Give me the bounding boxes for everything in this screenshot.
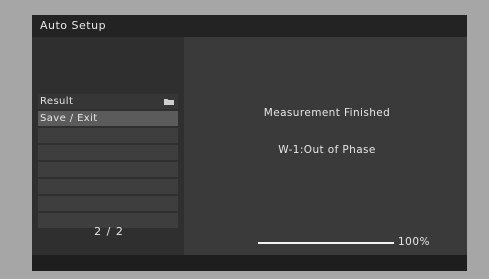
title-bar: Auto Setup: [32, 15, 467, 37]
menu-item-empty[interactable]: [38, 128, 178, 143]
menu-item-label: Save / Exit: [40, 113, 98, 124]
setup-menu: Result Save / Exit: [38, 94, 178, 230]
folder-icon: [164, 99, 174, 105]
menu-item-result[interactable]: Result: [38, 94, 178, 109]
page-indicator: 2 / 2: [94, 225, 124, 238]
window-title: Auto Setup: [40, 19, 107, 32]
auto-setup-screen: Auto Setup Result Save / Exit 2 / 2 Meas…: [32, 15, 467, 271]
progress-bar: [258, 242, 394, 244]
menu-item-empty[interactable]: [38, 196, 178, 211]
menu-item-save-exit[interactable]: Save / Exit: [38, 111, 178, 126]
progress-label: 100%: [398, 236, 431, 248]
menu-item-empty[interactable]: [38, 162, 178, 177]
progress-fill: [258, 242, 394, 244]
menu-item-label: Result: [40, 96, 74, 107]
status-message: Measurement Finished: [263, 107, 391, 119]
status-detail: W-1:Out of Phase: [278, 144, 376, 156]
bottom-bar: [32, 255, 467, 271]
menu-item-empty[interactable]: [38, 145, 178, 160]
menu-item-empty[interactable]: [38, 179, 178, 194]
